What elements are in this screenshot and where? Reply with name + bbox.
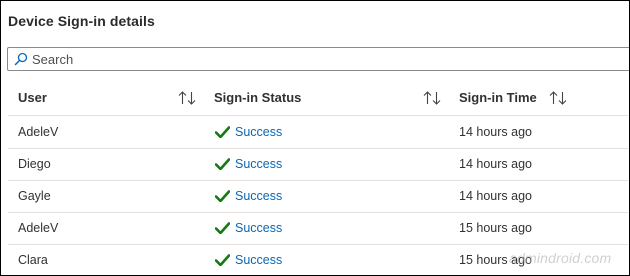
cell-user: Diego <box>18 157 51 171</box>
status-success-link[interactable]: Success <box>235 221 282 235</box>
checkmark-icon <box>215 126 230 138</box>
cell-signin-time: 14 hours ago <box>459 189 532 203</box>
panel-title: Device Sign-in details <box>8 13 155 29</box>
cell-user: AdeleV <box>18 221 59 235</box>
sort-up-down-icon[interactable] <box>423 91 441 105</box>
device-signin-panel: Device Sign-in details User Sign-in Stat… <box>0 0 630 276</box>
table-row[interactable]: AdeleV Success 14 hours ago <box>1 116 629 148</box>
checkmark-icon <box>215 254 230 266</box>
search-input[interactable] <box>32 50 612 68</box>
checkmark-icon <box>215 158 230 170</box>
table-row[interactable]: AdeleV Success 15 hours ago <box>1 212 629 244</box>
table-row[interactable]: Diego Success 14 hours ago <box>1 148 629 180</box>
checkmark-icon <box>215 222 230 234</box>
status-success-link[interactable]: Success <box>235 157 282 171</box>
cell-user: AdeleV <box>18 125 59 139</box>
column-header-signin-status[interactable]: Sign-in Status <box>214 90 301 105</box>
column-header-user[interactable]: User <box>18 90 47 105</box>
cell-signin-time: 14 hours ago <box>459 125 532 139</box>
column-header-signin-time[interactable]: Sign-in Time <box>459 90 537 105</box>
status-success-link[interactable]: Success <box>235 253 282 267</box>
cell-user: Gayle <box>18 189 51 203</box>
cell-signin-time: 15 hours ago <box>459 221 532 235</box>
watermark: admindroid.com <box>509 250 612 266</box>
sort-up-down-icon[interactable] <box>549 91 567 105</box>
sort-up-down-icon[interactable] <box>178 91 196 105</box>
status-success-link[interactable]: Success <box>235 125 282 139</box>
cell-user: Clara <box>18 253 48 267</box>
search-box[interactable] <box>7 47 629 71</box>
checkmark-icon <box>215 190 230 202</box>
status-success-link[interactable]: Success <box>235 189 282 203</box>
table-row[interactable]: Gayle Success 14 hours ago <box>1 180 629 212</box>
search-icon <box>14 52 28 66</box>
cell-signin-time: 14 hours ago <box>459 157 532 171</box>
